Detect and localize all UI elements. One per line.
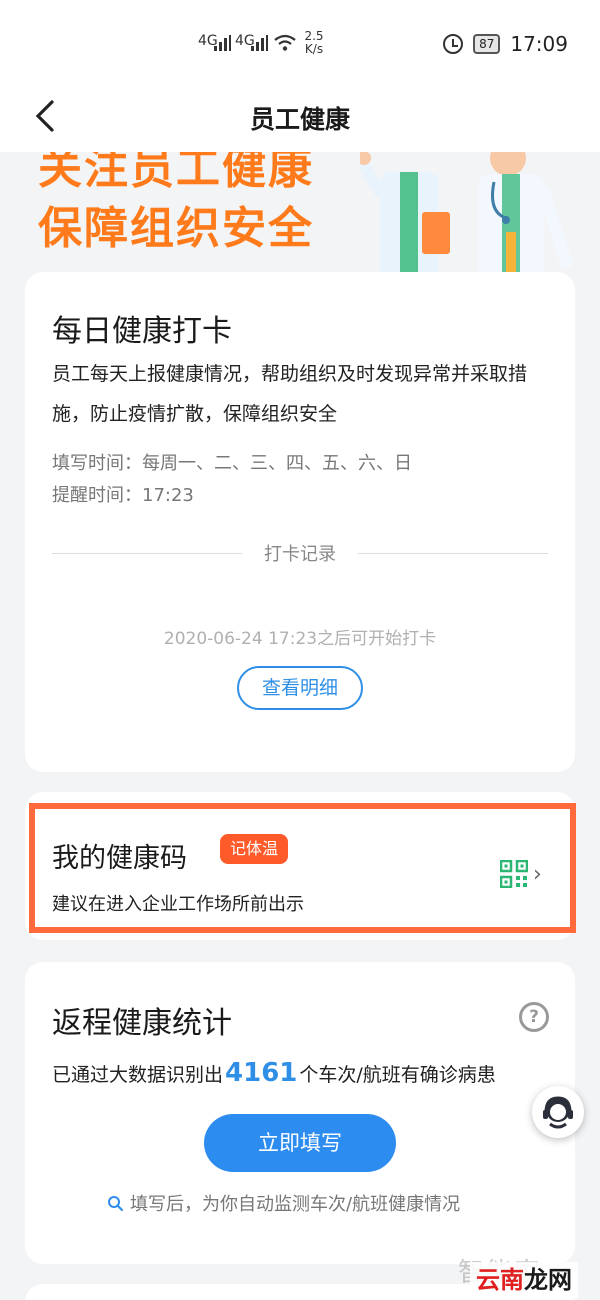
fill-time-text: 填写时间：每周一、二、三、四、五、六、日 bbox=[52, 453, 412, 474]
help-icon[interactable]: ? bbox=[519, 1002, 549, 1032]
customer-service-button[interactable] bbox=[532, 1086, 584, 1138]
health-code-description: 建议在进入企业工作场所前出示 bbox=[52, 894, 304, 915]
checkin-availability-hint: 2020-06-24 17:23之后可开始打卡 bbox=[163, 629, 437, 649]
view-details-button[interactable]: 查看明细 bbox=[237, 666, 363, 710]
status-right-group: 87 17:09 bbox=[443, 32, 568, 56]
watermark-brand-part1: 云南 bbox=[476, 1266, 524, 1294]
health-code-title: 我的健康码 bbox=[52, 843, 187, 874]
divider-right bbox=[358, 553, 548, 554]
watermark-logo: 云南龙网 bbox=[470, 1262, 578, 1298]
signal-icon bbox=[251, 35, 269, 51]
page-title: 员工健康 bbox=[249, 105, 350, 134]
record-temperature-tag[interactable]: 记体温 bbox=[220, 834, 289, 864]
daily-checkin-description: 员工每天上报健康情况，帮助组织及时发现异常并采取措施，防止疫情扩散，保障组织安全 bbox=[52, 363, 528, 425]
battery-icon: 87 bbox=[473, 34, 501, 54]
headset-icon bbox=[543, 1096, 573, 1129]
watermark-brand-part2: 龙网 bbox=[524, 1266, 572, 1294]
stats-suffix: 个车次/航班有确诊病患 bbox=[299, 1064, 496, 1086]
qr-code-icon[interactable] bbox=[500, 860, 528, 888]
daily-checkin-card: 每日健康打卡 员工每天上报健康情况，帮助组织及时发现异常并采取措施，防止疫情扩散… bbox=[25, 272, 575, 772]
status-bar: 4G 4G 2.5 K/s 87 17:09 bbox=[0, 0, 600, 86]
stats-summary: 已通过大数据识别出 4161 个车次/航班有确诊病患 bbox=[52, 1058, 496, 1088]
banner-slogan-line1: 关注员工健康 bbox=[38, 152, 314, 194]
fill-now-button[interactable]: 立即填写 bbox=[204, 1114, 396, 1172]
return-stats-card: 返程健康统计 ? 已通过大数据识别出 4161 个车次/航班有确诊病患 立即填写… bbox=[25, 962, 575, 1264]
speed-unit: K/s bbox=[304, 42, 324, 56]
wifi-icon bbox=[274, 34, 296, 51]
auto-monitor-text: 填写后，为你自动监测车次/航班健康情况 bbox=[130, 1194, 461, 1215]
stats-prefix: 已通过大数据识别出 bbox=[52, 1064, 224, 1086]
chevron-right-icon: › bbox=[533, 862, 542, 887]
nav-bar: 员工健康 bbox=[0, 86, 600, 152]
banner-slogan-line2: 保障组织安全 bbox=[38, 203, 314, 254]
daily-checkin-title: 每日健康打卡 bbox=[52, 314, 232, 349]
remind-time-text: 提醒时间：17:23 bbox=[52, 485, 194, 506]
clock: 17:09 bbox=[510, 32, 568, 56]
alarm-icon bbox=[443, 34, 464, 54]
auto-monitor-hint: 填写后，为你自动监测车次/航班健康情况 bbox=[107, 1190, 460, 1216]
return-stats-title: 返程健康统计 bbox=[52, 1006, 232, 1041]
banner: 关注员工健康 保障组织安全 bbox=[0, 152, 600, 272]
health-code-card[interactable]: 我的健康码 记体温 建议在进入企业工作场所前出示 › bbox=[25, 792, 576, 940]
network-speed: 2.5 K/s bbox=[302, 30, 326, 56]
doctors-illustration bbox=[360, 152, 572, 272]
signal-icon bbox=[214, 35, 232, 51]
stats-number: 4161 bbox=[225, 1058, 298, 1088]
search-icon bbox=[108, 1195, 123, 1211]
